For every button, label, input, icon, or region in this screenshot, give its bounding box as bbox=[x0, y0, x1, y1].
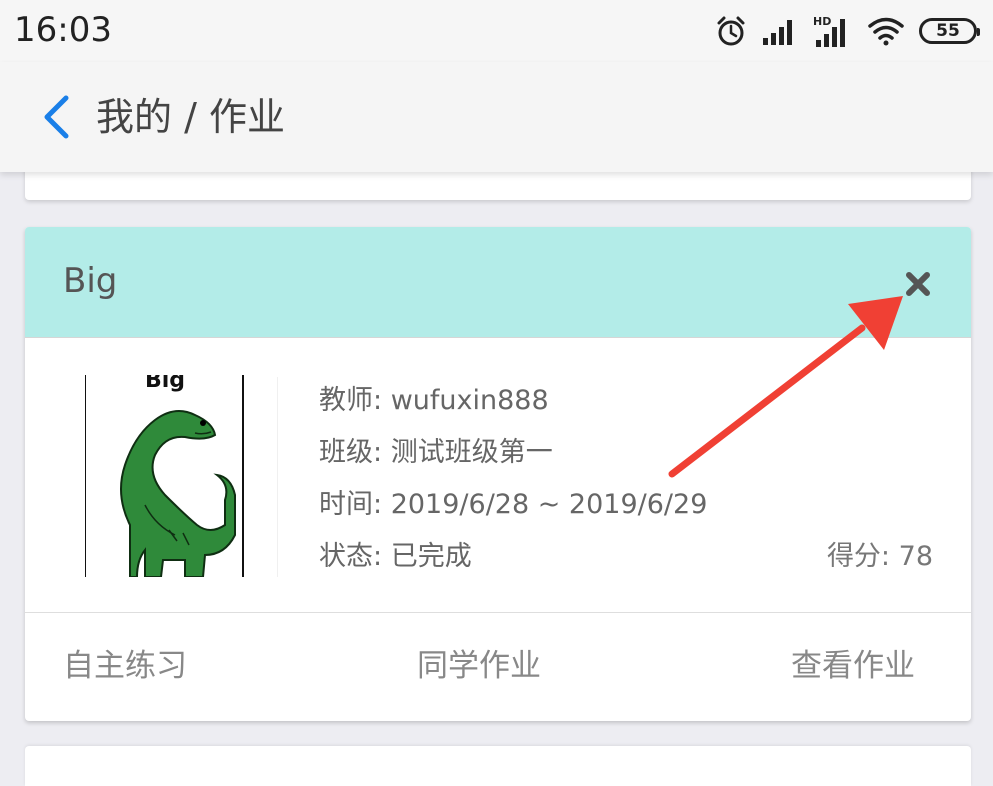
class-row: 班级: 测试班级第一 bbox=[319, 435, 553, 471]
navigation-bar: 我的 / 作业 bbox=[0, 62, 993, 172]
alarm-icon bbox=[717, 16, 745, 46]
teacher-row: 教师: wufuxin888 bbox=[319, 383, 549, 419]
status-icons: HD 55 bbox=[715, 12, 980, 50]
status-bar: 16:03 HD 55 bbox=[0, 0, 993, 62]
thumbnail-divider bbox=[277, 377, 278, 577]
classmates-homework-button[interactable]: 同学作业 bbox=[417, 643, 541, 689]
signal-icon bbox=[763, 20, 792, 45]
chevron-left-icon bbox=[44, 95, 69, 139]
time-value: 2019/6/28 ~ 2019/6/29 bbox=[390, 489, 708, 520]
score-row: 得分: 78 bbox=[827, 539, 933, 575]
wifi-icon bbox=[868, 17, 904, 46]
battery-level: 55 bbox=[936, 21, 960, 41]
homework-card: Big Big 教师: wufuxin888 班级: 测试班级第一 时间: 20… bbox=[25, 227, 971, 721]
time-row: 时间: 2019/6/28 ~ 2019/6/29 bbox=[319, 487, 707, 523]
teacher-label: 教师: bbox=[319, 385, 383, 416]
svg-text:HD: HD bbox=[813, 15, 831, 28]
status-row: 状态: 已完成 bbox=[319, 539, 472, 575]
status-value: 已完成 bbox=[390, 541, 472, 572]
teacher-value: wufuxin888 bbox=[390, 385, 549, 416]
homework-thumbnail: Big bbox=[85, 375, 245, 577]
homework-title: Big bbox=[63, 261, 118, 301]
score-label: 得分: bbox=[826, 541, 891, 572]
delete-homework-button[interactable] bbox=[901, 267, 935, 301]
hd-signal-icon: HD bbox=[813, 15, 845, 47]
close-icon bbox=[906, 272, 930, 296]
dinosaur-illustration: Big bbox=[85, 375, 245, 577]
score-value: 78 bbox=[898, 541, 933, 572]
next-homework-card[interactable] bbox=[25, 746, 971, 786]
time-label: 时间: bbox=[319, 489, 383, 520]
status-time: 16:03 bbox=[14, 10, 112, 50]
battery-icon: 55 bbox=[919, 18, 980, 44]
back-button[interactable] bbox=[36, 92, 76, 142]
class-label: 班级: bbox=[319, 437, 383, 468]
homework-actions: 自主练习 同学作业 查看作业 bbox=[25, 612, 971, 721]
self-practice-button[interactable]: 自主练习 bbox=[63, 643, 187, 689]
view-homework-button[interactable]: 查看作业 bbox=[791, 643, 915, 689]
page-title: 我的 / 作业 bbox=[96, 95, 285, 139]
class-value: 测试班级第一 bbox=[390, 437, 553, 468]
status-label: 状态: bbox=[319, 541, 383, 572]
thumbnail-caption: Big bbox=[145, 375, 185, 393]
homework-card-header: Big bbox=[25, 227, 971, 338]
